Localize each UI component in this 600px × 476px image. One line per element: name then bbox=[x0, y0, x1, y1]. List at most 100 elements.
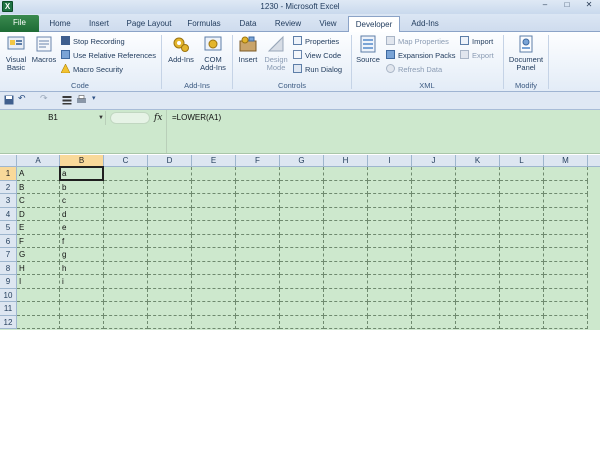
cell-g10[interactable] bbox=[280, 288, 324, 302]
cell-m3[interactable] bbox=[544, 194, 588, 208]
cell-m7[interactable] bbox=[544, 248, 588, 262]
cell-b8[interactable]: h bbox=[60, 261, 104, 275]
cell-m1[interactable] bbox=[544, 167, 588, 181]
cell-g11[interactable] bbox=[280, 302, 324, 316]
cell-i7[interactable] bbox=[368, 248, 412, 262]
close-button[interactable]: ✕ bbox=[578, 0, 600, 13]
cell-j7[interactable] bbox=[412, 248, 456, 262]
cell-g1[interactable] bbox=[280, 167, 324, 181]
cell-d7[interactable] bbox=[148, 248, 192, 262]
cell-m4[interactable] bbox=[544, 207, 588, 221]
tab-review[interactable]: Review bbox=[268, 16, 308, 32]
cell-j11[interactable] bbox=[412, 302, 456, 316]
cell-l5[interactable] bbox=[500, 221, 544, 235]
cell-l7[interactable] bbox=[500, 248, 544, 262]
cell-k2[interactable] bbox=[456, 180, 500, 194]
document-panel-button[interactable]: Document Panel bbox=[506, 34, 546, 72]
row-header-11[interactable]: 11 bbox=[0, 302, 17, 316]
cell-j10[interactable] bbox=[412, 288, 456, 302]
row-header-1[interactable]: 1 bbox=[0, 167, 17, 181]
cell-l6[interactable] bbox=[500, 234, 544, 248]
tab-insert[interactable]: Insert bbox=[80, 16, 118, 32]
cell-i12[interactable] bbox=[368, 315, 412, 329]
cell-l1[interactable] bbox=[500, 167, 544, 181]
cell-k8[interactable] bbox=[456, 261, 500, 275]
cell-a12[interactable] bbox=[17, 315, 60, 329]
cell-k5[interactable] bbox=[456, 221, 500, 235]
use-relative-references-button[interactable]: Use Relative References bbox=[61, 50, 156, 62]
cell-k7[interactable] bbox=[456, 248, 500, 262]
cell-k10[interactable] bbox=[456, 288, 500, 302]
cell-d3[interactable] bbox=[148, 194, 192, 208]
cell-l12[interactable] bbox=[500, 315, 544, 329]
cell-a5[interactable]: E bbox=[17, 221, 60, 235]
cell-b9[interactable]: i bbox=[60, 275, 104, 289]
cell-k3[interactable] bbox=[456, 194, 500, 208]
tab-add-ins[interactable]: Add-Ins bbox=[404, 16, 446, 32]
row-header-2[interactable]: 2 bbox=[0, 180, 17, 194]
run-dialog-button[interactable]: Run Dialog bbox=[293, 64, 342, 76]
cell-j9[interactable] bbox=[412, 275, 456, 289]
cell-a9[interactable]: I bbox=[17, 275, 60, 289]
cell-k6[interactable] bbox=[456, 234, 500, 248]
cell-c1[interactable] bbox=[104, 167, 148, 181]
cell-d12[interactable] bbox=[148, 315, 192, 329]
column-header-l[interactable]: L bbox=[500, 155, 544, 167]
column-header-d[interactable]: D bbox=[148, 155, 192, 167]
row-header-10[interactable]: 10 bbox=[0, 288, 17, 302]
name-box-dropdown-icon[interactable]: ▼ bbox=[98, 111, 104, 125]
tab-view[interactable]: View bbox=[311, 16, 345, 32]
expansion-packs-button[interactable]: Expansion Packs bbox=[386, 50, 456, 62]
cell-i9[interactable] bbox=[368, 275, 412, 289]
cell-m8[interactable] bbox=[544, 261, 588, 275]
cell-g6[interactable] bbox=[280, 234, 324, 248]
cell-g9[interactable] bbox=[280, 275, 324, 289]
refresh-data-button[interactable]: Refresh Data bbox=[386, 64, 442, 76]
cell-i11[interactable] bbox=[368, 302, 412, 316]
cell-e10[interactable] bbox=[192, 288, 236, 302]
cell-k12[interactable] bbox=[456, 315, 500, 329]
row-header-3[interactable]: 3 bbox=[0, 194, 17, 208]
cell-d8[interactable] bbox=[148, 261, 192, 275]
cell-f10[interactable] bbox=[236, 288, 280, 302]
cell-c4[interactable] bbox=[104, 207, 148, 221]
row-header-8[interactable]: 8 bbox=[0, 261, 17, 275]
cell-m11[interactable] bbox=[544, 302, 588, 316]
cell-i3[interactable] bbox=[368, 194, 412, 208]
select-all-corner[interactable] bbox=[0, 155, 17, 167]
cell-d9[interactable] bbox=[148, 275, 192, 289]
cell-d4[interactable] bbox=[148, 207, 192, 221]
cell-f9[interactable] bbox=[236, 275, 280, 289]
cell-h5[interactable] bbox=[324, 221, 368, 235]
cell-l9[interactable] bbox=[500, 275, 544, 289]
minimize-button[interactable]: – bbox=[534, 0, 556, 13]
cell-c2[interactable] bbox=[104, 180, 148, 194]
cell-g4[interactable] bbox=[280, 207, 324, 221]
stop-recording-button[interactable]: Stop Recording bbox=[61, 36, 125, 48]
column-header-f[interactable]: F bbox=[236, 155, 280, 167]
cell-k4[interactable] bbox=[456, 207, 500, 221]
cell-m12[interactable] bbox=[544, 315, 588, 329]
cell-j12[interactable] bbox=[412, 315, 456, 329]
cell-f4[interactable] bbox=[236, 207, 280, 221]
cell-b11[interactable] bbox=[60, 302, 104, 316]
cell-j8[interactable] bbox=[412, 261, 456, 275]
cell-c10[interactable] bbox=[104, 288, 148, 302]
cell-e12[interactable] bbox=[192, 315, 236, 329]
cell-f5[interactable] bbox=[236, 221, 280, 235]
cell-g12[interactable] bbox=[280, 315, 324, 329]
cell-d6[interactable] bbox=[148, 234, 192, 248]
insert-control-button[interactable]: Insert bbox=[235, 34, 261, 64]
cell-h11[interactable] bbox=[324, 302, 368, 316]
macro-security-button[interactable]: Macro Security bbox=[61, 64, 123, 76]
column-header-a[interactable]: A bbox=[17, 155, 60, 167]
row-header-5[interactable]: 5 bbox=[0, 221, 17, 235]
cell-h9[interactable] bbox=[324, 275, 368, 289]
cell-d11[interactable] bbox=[148, 302, 192, 316]
cell-j3[interactable] bbox=[412, 194, 456, 208]
cell-i10[interactable] bbox=[368, 288, 412, 302]
cell-d10[interactable] bbox=[148, 288, 192, 302]
cell-h12[interactable] bbox=[324, 315, 368, 329]
row-header-7[interactable]: 7 bbox=[0, 248, 17, 262]
cell-j6[interactable] bbox=[412, 234, 456, 248]
